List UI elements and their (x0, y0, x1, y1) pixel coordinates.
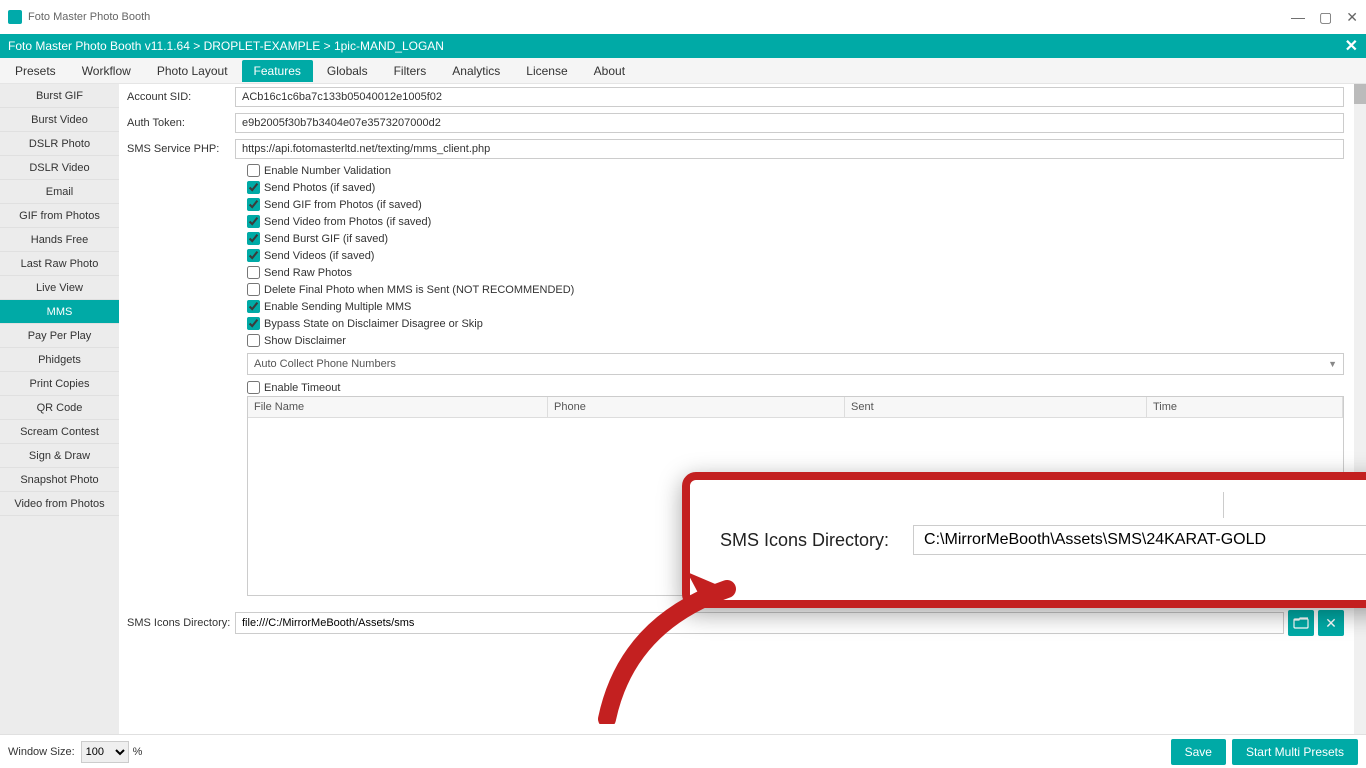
sidebar-item-qr-code[interactable]: QR Code (0, 396, 119, 420)
check-label: Delete Final Photo when MMS is Sent (NOT… (264, 284, 574, 296)
col-sent[interactable]: Sent (845, 397, 1147, 417)
window-size-select[interactable]: 100 (81, 741, 129, 763)
label-sms-php: SMS Service PHP: (127, 143, 235, 155)
check-label: Bypass State on Disclaimer Disagree or S… (264, 318, 483, 330)
input-sms-icons-dir[interactable] (235, 612, 1284, 634)
label-account-sid: Account SID: (127, 91, 235, 103)
check-enable-timeout[interactable] (247, 381, 260, 394)
app-header: Foto Master Photo Booth v11.1.64 > DROPL… (0, 34, 1366, 58)
tab-features[interactable]: Features (242, 60, 313, 82)
check-label: Send Burst GIF (if saved) (264, 233, 388, 245)
header-close-icon[interactable]: ✕ (1345, 36, 1358, 56)
check-label: Enable Sending Multiple MMS (264, 301, 411, 313)
row-sms-icons-directory: SMS Icons Directory: ✕ (119, 604, 1352, 642)
sidebar-item-snapshot-photo[interactable]: Snapshot Photo (0, 468, 119, 492)
os-title-bar: Foto Master Photo Booth — ▢ ✕ (0, 0, 1366, 34)
row-account-sid: Account SID: (119, 84, 1352, 110)
sidebar: Burst GIF Burst Video DSLR Photo DSLR Vi… (0, 84, 119, 734)
tabs-bar: Presets Workflow Photo Layout Features G… (0, 58, 1366, 84)
callout-input[interactable] (913, 525, 1366, 555)
tab-presets[interactable]: Presets (3, 60, 68, 82)
dropdown-label: Auto Collect Phone Numbers (254, 358, 396, 370)
check-label: Show Disclaimer (264, 335, 346, 347)
col-phone[interactable]: Phone (548, 397, 845, 417)
sidebar-item-dslr-video[interactable]: DSLR Video (0, 156, 119, 180)
save-button[interactable]: Save (1171, 739, 1226, 765)
check-label: Send Video from Photos (if saved) (264, 216, 431, 228)
sidebar-item-live-view[interactable]: Live View (0, 276, 119, 300)
check-enable-number-validation[interactable] (247, 164, 260, 177)
table-header-row: File Name Phone Sent Time (248, 397, 1343, 418)
check-send-photos[interactable] (247, 181, 260, 194)
input-auth-token[interactable] (235, 113, 1344, 133)
minimize-icon[interactable]: — (1291, 9, 1305, 26)
bottom-bar: Window Size: 100 % Save Start Multi Pres… (0, 734, 1366, 768)
chevron-down-icon: ▼ (1328, 359, 1337, 369)
tab-filters[interactable]: Filters (382, 60, 439, 82)
col-time[interactable]: Time (1147, 397, 1343, 417)
content-area: Burst GIF Burst Video DSLR Photo DSLR Vi… (0, 84, 1366, 734)
check-label: Send Raw Photos (264, 267, 352, 279)
check-label: Enable Timeout (264, 382, 340, 394)
tab-workflow[interactable]: Workflow (70, 60, 143, 82)
check-send-raw-photos[interactable] (247, 266, 260, 279)
breadcrumb: Foto Master Photo Booth v11.1.64 > DROPL… (8, 39, 444, 53)
row-auth-token: Auth Token: (119, 110, 1352, 136)
window-controls: — ▢ ✕ (1291, 9, 1358, 26)
col-file-name[interactable]: File Name (248, 397, 548, 417)
label-sms-icons-dir: SMS Icons Directory: (127, 617, 235, 629)
sidebar-item-gif-from-photos[interactable]: GIF from Photos (0, 204, 119, 228)
folder-search-icon (1293, 615, 1309, 631)
check-label: Send Videos (if saved) (264, 250, 374, 262)
check-enable-multiple-mms[interactable] (247, 300, 260, 313)
sidebar-item-email[interactable]: Email (0, 180, 119, 204)
input-sms-php[interactable] (235, 139, 1344, 159)
check-send-burst-gif[interactable] (247, 232, 260, 245)
tab-photo-layout[interactable]: Photo Layout (145, 60, 240, 82)
window-size-label: Window Size: (8, 746, 75, 758)
callout-sms-icons-directory: SMS Icons Directory: (682, 472, 1366, 608)
percent-symbol: % (133, 746, 143, 758)
input-account-sid[interactable] (235, 87, 1344, 107)
check-label: Send GIF from Photos (if saved) (264, 199, 422, 211)
check-bypass-state[interactable] (247, 317, 260, 330)
app-logo-icon (8, 10, 22, 24)
sidebar-item-video-from-photos[interactable]: Video from Photos (0, 492, 119, 516)
row-sms-php: SMS Service PHP: (119, 136, 1352, 162)
maximize-icon[interactable]: ▢ (1319, 9, 1332, 26)
sidebar-item-dslr-photo[interactable]: DSLR Photo (0, 132, 119, 156)
start-multi-presets-button[interactable]: Start Multi Presets (1232, 739, 1358, 765)
check-delete-final-photo[interactable] (247, 283, 260, 296)
check-label: Enable Number Validation (264, 165, 391, 177)
main-panel: Account SID: Auth Token: SMS Service PHP… (119, 84, 1366, 734)
sidebar-item-last-raw-photo[interactable]: Last Raw Photo (0, 252, 119, 276)
sidebar-item-hands-free[interactable]: Hands Free (0, 228, 119, 252)
check-send-gif[interactable] (247, 198, 260, 211)
sidebar-item-mms[interactable]: MMS (0, 300, 119, 324)
check-label: Send Photos (if saved) (264, 182, 375, 194)
tab-about[interactable]: About (582, 60, 637, 82)
sidebar-item-burst-video[interactable]: Burst Video (0, 108, 119, 132)
sidebar-item-scream-contest[interactable]: Scream Contest (0, 420, 119, 444)
sidebar-item-print-copies[interactable]: Print Copies (0, 372, 119, 396)
browse-folder-button[interactable] (1288, 610, 1314, 636)
close-icon[interactable]: ✕ (1346, 9, 1358, 26)
tab-globals[interactable]: Globals (315, 60, 380, 82)
sidebar-item-phidgets[interactable]: Phidgets (0, 348, 119, 372)
clear-button[interactable]: ✕ (1318, 610, 1344, 636)
tab-license[interactable]: License (514, 60, 579, 82)
check-send-videos[interactable] (247, 249, 260, 262)
sidebar-item-pay-per-play[interactable]: Pay Per Play (0, 324, 119, 348)
dropdown-auto-collect[interactable]: Auto Collect Phone Numbers ▼ (247, 353, 1344, 375)
label-auth-token: Auth Token: (127, 117, 235, 129)
vertical-scrollbar[interactable] (1354, 84, 1366, 734)
callout-label: SMS Icons Directory: (720, 530, 889, 551)
window-title: Foto Master Photo Booth (28, 11, 150, 23)
tab-analytics[interactable]: Analytics (440, 60, 512, 82)
check-show-disclaimer[interactable] (247, 334, 260, 347)
sidebar-item-sign-draw[interactable]: Sign & Draw (0, 444, 119, 468)
sidebar-item-burst-gif[interactable]: Burst GIF (0, 84, 119, 108)
check-send-video-photos[interactable] (247, 215, 260, 228)
